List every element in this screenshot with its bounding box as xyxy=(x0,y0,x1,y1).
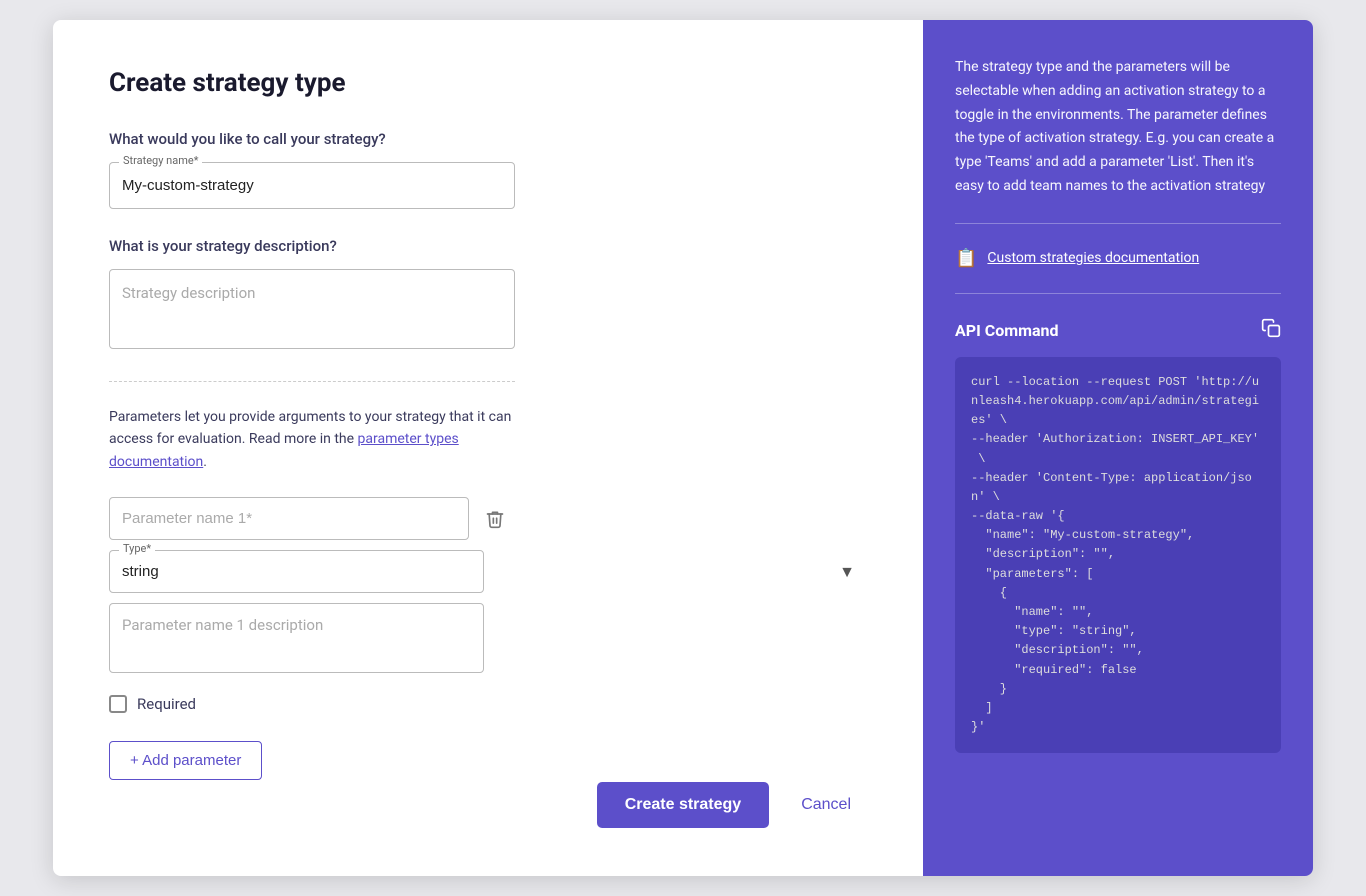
param-name-input[interactable] xyxy=(109,497,469,540)
strategy-name-label: Strategy name* xyxy=(119,154,202,167)
info-text: The strategy type and the parameters wil… xyxy=(955,56,1281,199)
actions-footer: Create strategy Cancel xyxy=(597,782,867,828)
param-name-row xyxy=(109,497,867,540)
panel-divider xyxy=(955,223,1281,224)
panel-divider-2 xyxy=(955,293,1281,294)
modal-container: Create strategy type What would you like… xyxy=(53,20,1313,876)
strategy-name-input[interactable] xyxy=(109,162,515,209)
doc-link-row: 📋 Custom strategies documentation xyxy=(955,248,1281,269)
strategy-name-section-label: What would you like to call your strateg… xyxy=(109,130,867,148)
required-label: Required xyxy=(137,695,196,713)
params-description: Parameters let you provide arguments to … xyxy=(109,406,515,473)
strategy-desc-section-label: What is your strategy description? xyxy=(109,237,867,255)
param-desc-group xyxy=(109,603,867,691)
api-code-block: curl --location --request POST 'http://u… xyxy=(955,357,1281,754)
chevron-down-icon: ▼ xyxy=(839,562,855,582)
required-row: Required xyxy=(109,695,867,713)
book-icon: 📋 xyxy=(955,248,977,269)
required-checkbox[interactable] xyxy=(109,695,127,713)
param-desc-input[interactable] xyxy=(109,603,484,673)
delete-param-button[interactable] xyxy=(479,503,511,535)
type-label: Type* xyxy=(119,542,155,555)
cancel-button[interactable]: Cancel xyxy=(785,782,867,828)
strategy-name-group: Strategy name* xyxy=(109,162,867,209)
strategy-desc-input[interactable] xyxy=(109,269,515,349)
page-title: Create strategy type xyxy=(109,68,867,98)
create-strategy-button[interactable]: Create strategy xyxy=(597,782,770,828)
left-panel: Create strategy type What would you like… xyxy=(53,20,923,876)
add-param-button[interactable]: + Add parameter xyxy=(109,741,262,780)
strategy-desc-group xyxy=(109,269,867,353)
api-command-header: API Command xyxy=(955,318,1281,343)
right-panel: The strategy type and the parameters wil… xyxy=(923,20,1313,876)
custom-strategies-doc-link[interactable]: Custom strategies documentation xyxy=(987,250,1199,266)
add-param-label: + Add parameter xyxy=(130,752,241,769)
copy-code-button[interactable] xyxy=(1261,318,1281,343)
section-divider xyxy=(109,381,515,382)
type-select[interactable]: string number boolean list json xyxy=(109,550,484,593)
api-command-title: API Command xyxy=(955,321,1058,340)
type-select-group: Type* string number boolean list json ▼ xyxy=(109,550,867,593)
